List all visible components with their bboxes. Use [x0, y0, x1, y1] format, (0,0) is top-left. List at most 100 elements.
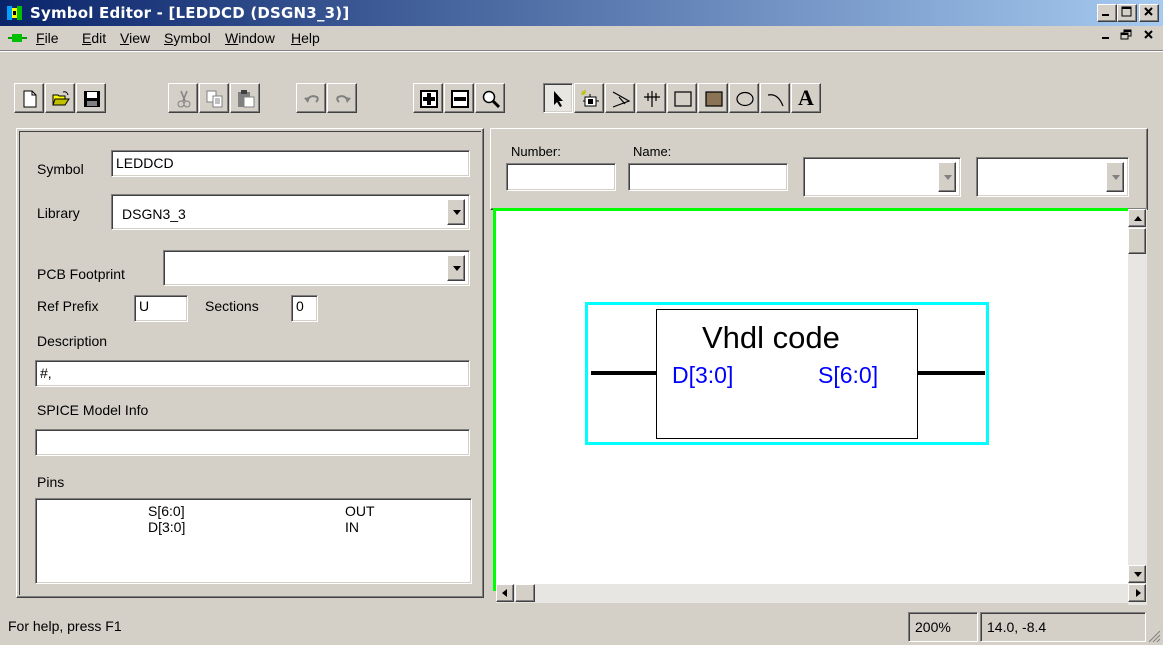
library-dropdown-button[interactable]	[447, 199, 465, 225]
symbol-editor-icon	[7, 6, 22, 20]
pin-name-field[interactable]	[628, 163, 788, 191]
text-button[interactable]: A	[791, 83, 821, 113]
zoom-in-button[interactable]	[413, 83, 443, 113]
close-button[interactable]	[1139, 4, 1159, 22]
vertical-scrollbar[interactable]	[1128, 209, 1147, 605]
open-button[interactable]	[45, 83, 75, 113]
undo-icon	[304, 95, 319, 103]
symbol-title-text[interactable]: Vhdl code	[702, 320, 840, 356]
redo-button[interactable]	[327, 83, 357, 113]
zoom-out-button[interactable]	[444, 83, 474, 113]
vertical-scroll-thumb[interactable]	[1128, 228, 1146, 254]
redo-icon	[336, 95, 351, 103]
chevron-down-icon	[453, 266, 461, 271]
zoom-in-icon	[420, 90, 438, 108]
pin-shape-dropdown-button[interactable]	[1106, 162, 1124, 192]
pin-shape-combo[interactable]	[976, 157, 1129, 197]
save-button[interactable]	[76, 83, 106, 113]
draw-bus-button[interactable]	[636, 83, 666, 113]
open-icon	[52, 91, 70, 106]
restore-icon	[1120, 29, 1132, 40]
copy-icon	[206, 90, 223, 108]
minimize-icon	[1102, 14, 1109, 16]
pin-number-field[interactable]	[506, 163, 616, 191]
symbol-label: Symbol	[37, 161, 84, 177]
pin-line-left[interactable]	[591, 371, 656, 375]
zoom-area-icon	[482, 90, 501, 109]
place-part-button[interactable]	[574, 83, 604, 113]
spice-model-field[interactable]	[35, 429, 470, 456]
pin-type-dropdown-button[interactable]	[938, 162, 956, 192]
minimize-button[interactable]	[1097, 4, 1117, 22]
window-title: Symbol Editor - [LEDDCD (DSGN3_3)]	[30, 4, 350, 22]
spice-model-label: SPICE Model Info	[37, 402, 149, 418]
pin-line-right[interactable]	[918, 371, 985, 375]
arc-button[interactable]	[760, 83, 790, 113]
pcb-footprint-label: PCB Footprint	[37, 266, 125, 282]
paste-icon	[238, 90, 255, 108]
horizontal-scroll-thumb[interactable]	[515, 584, 535, 602]
paste-button[interactable]	[230, 83, 260, 113]
menu-help[interactable]: Help	[291, 30, 320, 46]
draw-pin-icon	[612, 91, 631, 108]
filled-rectangle-icon	[705, 91, 723, 107]
filled-rectangle-button[interactable]	[698, 83, 728, 113]
child-minimize-button[interactable]	[1097, 28, 1117, 46]
draw-bus-icon	[644, 91, 660, 107]
child-close-button[interactable]	[1139, 28, 1159, 46]
menu-file[interactable]: File	[36, 30, 59, 46]
cut-button[interactable]	[168, 83, 198, 113]
draw-pin-button[interactable]	[605, 83, 635, 113]
rectangle-icon	[674, 91, 692, 107]
chevron-left-icon	[502, 589, 507, 597]
list-item[interactable]: S[6:0] OUT	[36, 503, 471, 519]
right-pin-label[interactable]: S[6:0]	[818, 362, 878, 389]
pins-list[interactable]: S[6:0] OUT D[3:0] IN	[35, 498, 472, 584]
sections-label: Sections	[205, 298, 259, 314]
library-combo[interactable]: DSGN3_3	[111, 194, 470, 230]
menu-window[interactable]: Window	[225, 30, 275, 46]
text-icon: A	[798, 85, 814, 110]
scroll-up-button[interactable]	[1128, 209, 1146, 227]
zoom-area-button[interactable]	[475, 83, 505, 113]
minimize-icon	[1102, 37, 1109, 39]
rectangle-button[interactable]	[667, 83, 697, 113]
scroll-right-button[interactable]	[1128, 584, 1146, 602]
menu-view[interactable]: View	[120, 30, 150, 46]
pin-type: OUT	[345, 503, 375, 519]
name-label: Name:	[633, 144, 672, 159]
menu-bar: File Edit View Symbol Window Help	[0, 26, 1163, 50]
symbol-name-field[interactable]: LEDDCD	[111, 150, 470, 177]
new-button[interactable]	[14, 83, 44, 113]
pin-type-combo[interactable]	[803, 157, 961, 197]
copy-button[interactable]	[199, 83, 229, 113]
ellipse-button[interactable]	[729, 83, 759, 113]
left-pin-label[interactable]: D[3:0]	[672, 362, 733, 389]
maximize-icon	[1121, 6, 1132, 17]
menu-symbol[interactable]: Symbol	[164, 30, 211, 46]
chevron-up-icon	[1134, 216, 1142, 221]
scroll-down-button[interactable]	[1128, 565, 1146, 583]
maximize-button[interactable]	[1117, 4, 1137, 22]
ref-prefix-field[interactable]: U	[134, 295, 188, 322]
pins-label: Pins	[37, 474, 65, 490]
cursor-coordinates: 14.0, -8.4	[980, 612, 1146, 642]
scroll-left-button[interactable]	[496, 584, 514, 602]
undo-button[interactable]	[296, 83, 326, 113]
list-item[interactable]: D[3:0] IN	[36, 519, 471, 535]
pcb-footprint-combo[interactable]	[163, 250, 470, 286]
pcb-footprint-dropdown-button[interactable]	[447, 255, 465, 281]
sections-field[interactable]: 0	[291, 295, 318, 322]
pin-name: D[3:0]	[148, 519, 186, 535]
arc-icon	[767, 94, 784, 107]
horizontal-scrollbar[interactable]	[496, 584, 1128, 603]
child-restore-button[interactable]	[1117, 28, 1137, 46]
help-status-text: For help, press F1	[8, 618, 122, 634]
chevron-down-icon	[944, 175, 952, 180]
select-button[interactable]	[543, 83, 573, 113]
menu-edit[interactable]: Edit	[82, 30, 106, 46]
description-field[interactable]: #,	[35, 360, 470, 387]
resize-grip-icon[interactable]	[1147, 629, 1161, 643]
cut-icon	[177, 90, 191, 108]
pin-name: S[6:0]	[148, 503, 185, 519]
